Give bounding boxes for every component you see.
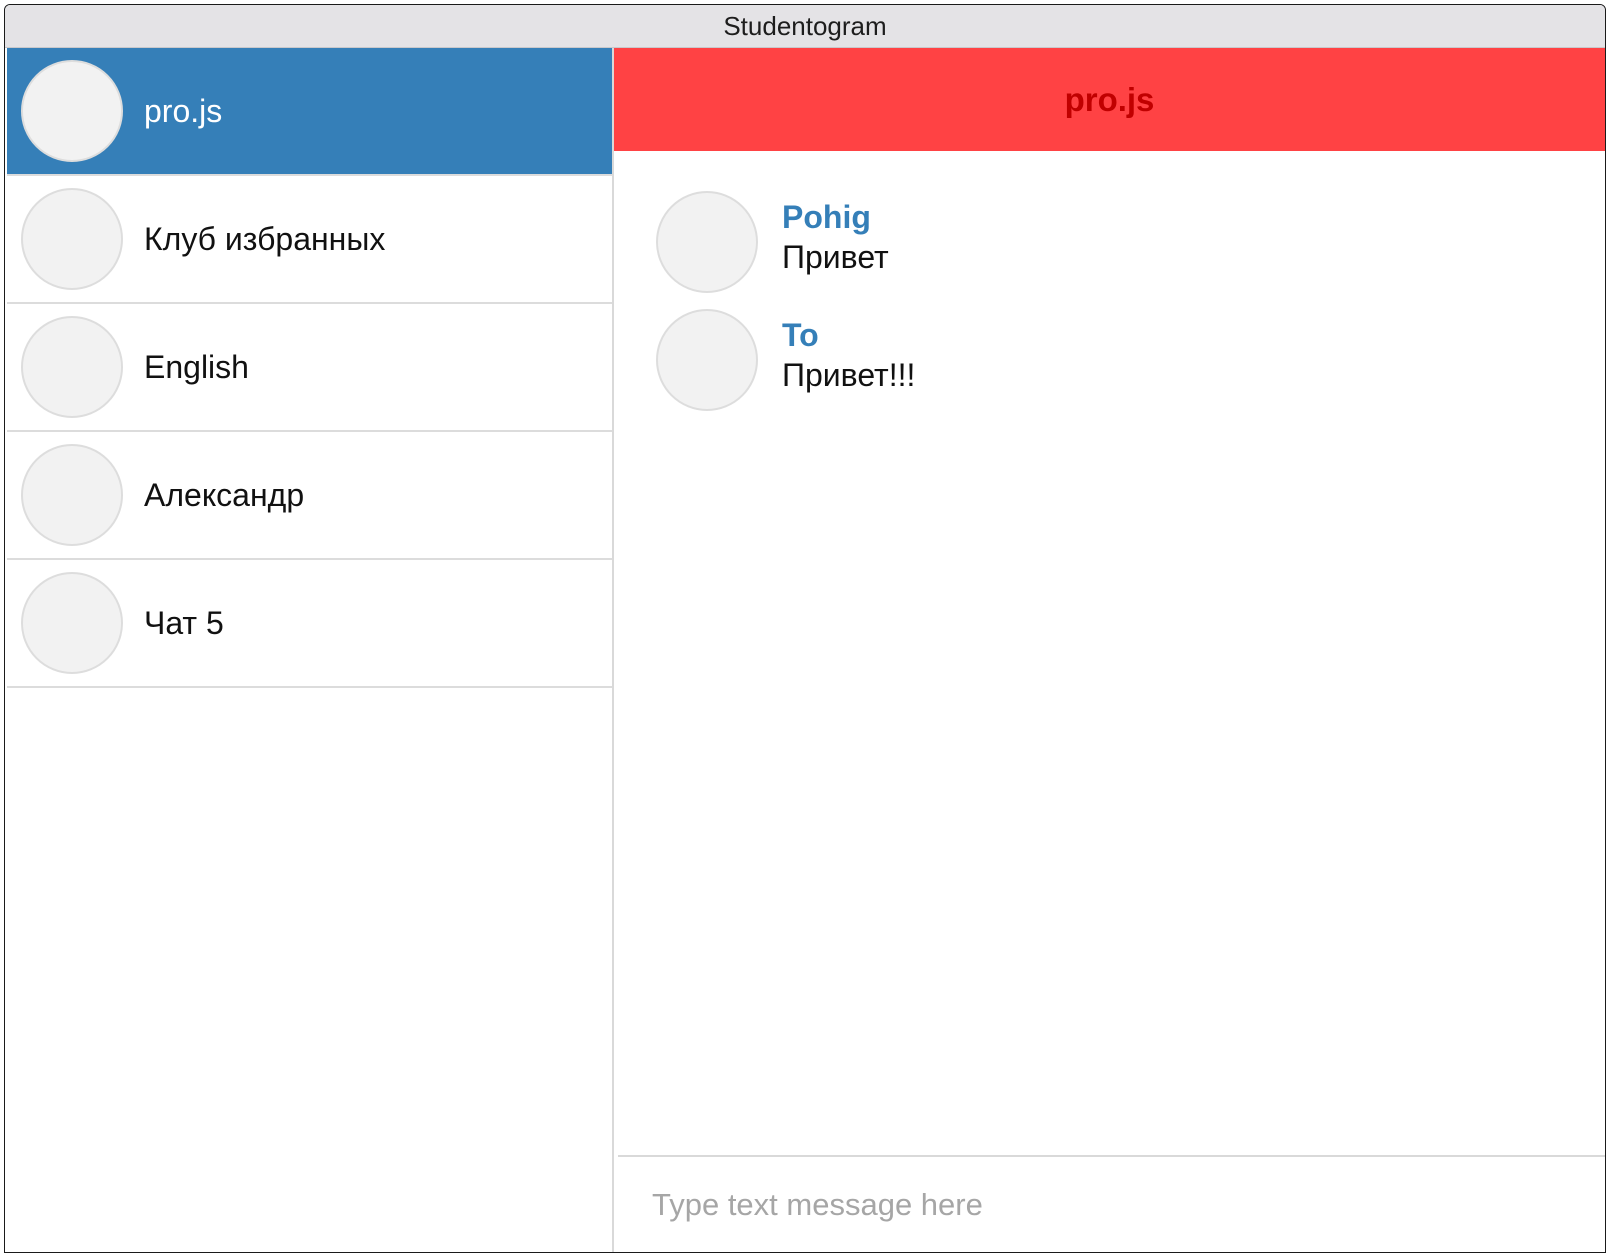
chat-list-item-chat-5[interactable]: Чат 5 xyxy=(7,560,612,688)
avatar xyxy=(21,572,123,674)
chat-list-item-label: Чат 5 xyxy=(144,604,224,641)
message-item: Pohig Привет xyxy=(656,191,1605,293)
message-author: To xyxy=(782,317,819,353)
chat-list: pro.js Клуб избранных English Александр … xyxy=(7,48,614,1252)
window-title: Studentogram xyxy=(5,5,1605,48)
chat-list-item-label: Клуб избранных xyxy=(144,220,386,257)
message-text: Привет xyxy=(782,239,889,275)
avatar xyxy=(21,60,123,162)
avatar xyxy=(656,309,758,411)
avatar xyxy=(21,444,123,546)
chat-list-item-label: pro.js xyxy=(144,92,223,129)
chat-list-item-label: Александр xyxy=(144,476,305,513)
chat-list-item-alexander[interactable]: Александр xyxy=(7,432,612,560)
message-body: Pohig Привет xyxy=(782,197,889,277)
avatar xyxy=(21,316,123,418)
chat-panel: pro.js Pohig Привет To Привет!!! xyxy=(614,48,1605,1252)
message-item: To Привет!!! xyxy=(656,309,1605,411)
message-input[interactable] xyxy=(650,1185,1605,1224)
avatar xyxy=(21,188,123,290)
chat-list-item-label: English xyxy=(144,348,249,385)
chat-list-item-pro-js[interactable]: pro.js xyxy=(7,48,612,176)
message-text: Привет!!! xyxy=(782,357,916,393)
avatar xyxy=(656,191,758,293)
message-body: To Привет!!! xyxy=(782,315,915,395)
message-author: Pohig xyxy=(782,199,871,235)
app-window: Studentogram pro.js Клуб избранных Engli… xyxy=(4,4,1606,1253)
chat-list-item-club[interactable]: Клуб избранных xyxy=(7,176,612,304)
chat-title: pro.js xyxy=(614,48,1605,151)
message-list: Pohig Привет To Привет!!! xyxy=(614,151,1605,411)
message-composer xyxy=(618,1155,1605,1252)
chat-list-item-english[interactable]: English xyxy=(7,304,612,432)
